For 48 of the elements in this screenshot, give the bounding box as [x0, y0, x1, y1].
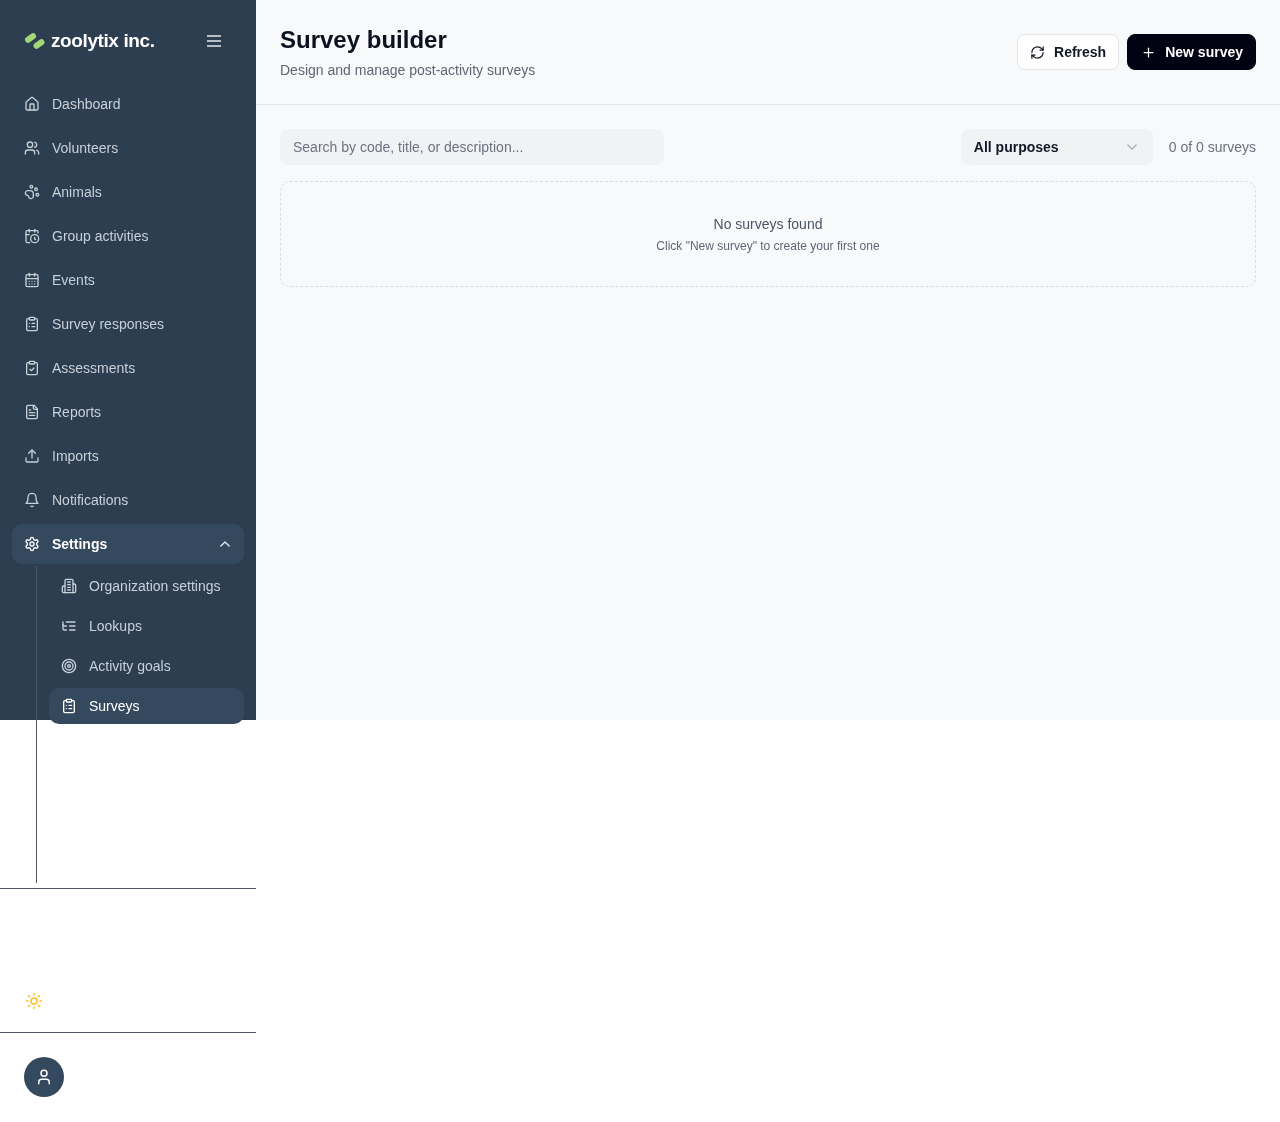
brand-name: zoolytix inc.: [51, 30, 155, 52]
refresh-icon: [1030, 44, 1046, 60]
person-icon: [35, 1068, 53, 1086]
nav-subitem[interactable]: Activity goals: [49, 648, 244, 684]
nav-item[interactable]: Imports: [12, 434, 244, 478]
paw-icon: [24, 184, 40, 200]
clipboard-list-icon: [61, 698, 77, 714]
avatar-button[interactable]: [24, 1057, 64, 1097]
calendar-clock-icon: [24, 228, 40, 244]
bell-icon: [24, 492, 40, 508]
nav-subitem[interactable]: Lookups: [49, 608, 244, 644]
settings-menu-item[interactable]: Settings: [12, 524, 244, 564]
nav-item[interactable]: Notifications: [12, 478, 244, 522]
nav-item[interactable]: Assessments: [12, 346, 244, 390]
empty-state-hint: Click "New survey" to create your first one: [656, 238, 880, 254]
nav-item[interactable]: Volunteers: [12, 126, 244, 170]
nav-subitem[interactable]: Surveys: [49, 688, 244, 724]
list-tree-icon: [61, 618, 77, 634]
clipboard-check-icon: [24, 360, 40, 376]
nav-item[interactable]: Survey responses: [12, 302, 244, 346]
refresh-button[interactable]: Refresh: [1017, 34, 1120, 70]
calendar-icon: [24, 272, 40, 288]
house-icon: [24, 96, 40, 112]
nav-item[interactable]: Reports: [12, 390, 244, 434]
logo-icon: [24, 31, 46, 51]
nav-item[interactable]: Dashboard: [12, 82, 244, 126]
nav-item[interactable]: Events: [12, 258, 244, 302]
nav-item[interactable]: Animals: [12, 170, 244, 214]
settings-icon: [24, 536, 40, 552]
new-survey-button[interactable]: New survey: [1127, 34, 1256, 70]
purpose-dropdown[interactable]: All purposes: [960, 129, 1153, 165]
page-subtitle: Design and manage post-activity surveys: [280, 61, 536, 80]
upload-icon: [24, 448, 40, 464]
page-title: Survey builder: [280, 25, 448, 55]
chevron-up-icon: [220, 541, 230, 547]
document-icon: [24, 404, 40, 420]
menu-icon[interactable]: [207, 35, 221, 47]
chevron-down-icon: [1126, 144, 1137, 150]
search-field[interactable]: Search by code, title, or description...: [280, 129, 664, 165]
nav-subitem[interactable]: Organization settings: [49, 568, 244, 604]
people-icon: [24, 140, 40, 156]
nav-item[interactable]: Group activities: [12, 214, 244, 258]
plus-icon: [1141, 44, 1157, 60]
survey-count: 0 of 0 surveys: [1168, 139, 1256, 155]
empty-state-title: No surveys found: [713, 215, 823, 234]
clipboard-list-icon: [24, 316, 40, 332]
target-icon: [61, 658, 77, 674]
building-icon: [61, 578, 77, 594]
